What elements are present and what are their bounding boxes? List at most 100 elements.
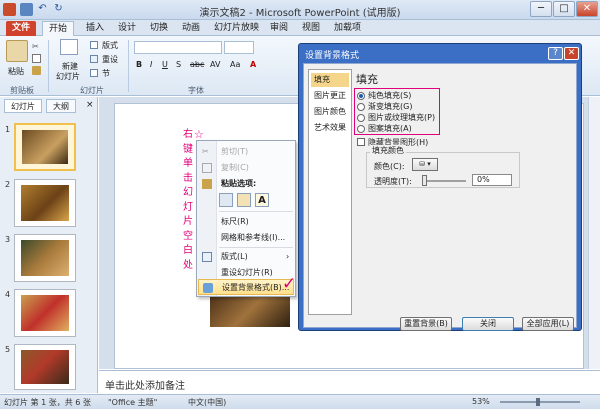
strikethrough-button[interactable]: abc [190,60,204,69]
category-picture-color[interactable]: 图片颜色 [311,105,349,119]
zoom-slider-track[interactable] [500,401,580,403]
menu-item-paste-options: 粘贴选项: [198,176,294,192]
menu-item-format-background[interactable]: 设置背景格式(B)... [198,279,294,295]
checkmark-icon: ✓ [282,274,297,294]
radio-solid-fill[interactable] [357,92,365,100]
tab-file[interactable]: 文件 [6,21,37,36]
option-solid-fill[interactable]: 纯色填充(S) [368,90,411,101]
transparency-slider-track[interactable] [422,180,466,182]
tab-design[interactable]: 设计 [112,21,142,36]
font-name-box[interactable] [134,41,222,54]
close-dialog-button[interactable]: 关闭 [462,317,514,331]
category-picture-corrections[interactable]: 图片更正 [311,89,349,103]
annotation-char: 幻 [183,187,193,198]
paste-keep-format-icon[interactable] [237,193,251,207]
new-slide-label-2[interactable]: 幻灯片 [56,71,80,82]
slide-thumbnail-2[interactable] [14,179,76,227]
menu-item-ruler[interactable]: 标尺(R) [198,214,294,230]
option-gradient-fill[interactable]: 渐变填充(G) [368,101,412,112]
transparency-slider-thumb[interactable] [422,175,427,186]
radio-pattern-fill[interactable] [357,125,365,133]
section-icon[interactable] [90,69,98,77]
color-picker-button[interactable]: ⛁ ▾ [412,158,438,171]
slides-pane: 幻灯片 大纲 × 1 2 3 4 5 [0,97,98,393]
layout-button[interactable]: 版式 [102,40,118,51]
paste-use-theme-icon[interactable] [219,193,233,207]
tab-transitions[interactable]: 切换 [144,21,174,36]
group-label-font: 字体 [188,86,204,95]
zoom-level[interactable]: 53% [472,397,490,406]
slide-number: 5 [5,345,11,354]
radio-picture-fill[interactable] [357,114,365,122]
notes-placeholder[interactable]: 单击此处添加备注 [105,377,185,392]
slide-thumbnail-3[interactable] [14,234,76,282]
notes-pane[interactable]: 单击此处添加备注 [99,370,600,394]
paste-label[interactable]: 粘贴 [8,66,24,77]
transparency-label: 透明度(T): [374,177,412,186]
annotation-char: 白 [183,245,193,256]
change-case-button[interactable]: Aa [230,60,240,69]
help-button[interactable]: ? [548,47,563,60]
ribbon-separator [128,40,129,92]
bold-button[interactable]: B [136,60,142,69]
tab-addins[interactable]: 加载项 [328,21,367,36]
minimize-button[interactable]: ─ [530,1,552,17]
zoom-slider-thumb[interactable] [536,398,540,406]
tab-review[interactable]: 审阅 [264,21,294,36]
paste-text-only-icon[interactable]: A [255,193,269,207]
tab-view[interactable]: 视图 [296,21,326,36]
title-bar: ↶ ↻ 演示文稿2 - Microsoft PowerPoint (试用版) ─… [0,0,600,20]
reset-background-button[interactable]: 重置背景(B) [400,317,452,331]
tab-outline[interactable]: 大纲 [46,99,76,113]
transparency-input[interactable]: 0% [472,174,512,186]
reset-button[interactable]: 重设 [102,54,118,65]
paste-icon[interactable] [6,40,28,62]
thumbnail-photo [21,240,69,276]
layout-icon[interactable] [90,41,98,49]
underline-button[interactable]: U [162,60,168,69]
menu-item-copy[interactable]: 复制(C) [198,160,294,176]
tab-home[interactable]: 开始 [42,21,75,36]
status-bar: 幻灯片 第 1 张，共 6 张 "Office 主题" 中文(中国) 53% [0,394,600,409]
annotation-char: 右 [183,129,193,140]
format-painter-icon[interactable] [32,66,41,75]
group-label-slides: 幻灯片 [80,86,104,95]
font-size-box[interactable] [224,41,254,54]
maximize-button[interactable]: □ [553,1,575,17]
copy-icon[interactable] [32,54,41,63]
menu-item-cut[interactable]: ✂ 剪切(T) [198,144,294,160]
reset-icon[interactable] [90,55,98,63]
font-color-button[interactable]: A [250,60,256,69]
slide-thumbnail-4[interactable] [14,289,76,337]
vertical-scrollbar[interactable] [588,97,600,369]
shadow-button[interactable]: S [176,60,181,69]
category-list: 填充 图片更正 图片颜色 艺术效果 [308,69,352,315]
annotation-char: 灯 [183,201,193,213]
slide-photo [210,294,290,327]
close-button[interactable]: ✕ [576,1,598,17]
hide-background-checkbox[interactable] [357,138,365,146]
cut-icon[interactable]: ✂ [32,42,42,51]
language-indicator[interactable]: 中文(中国) [188,397,226,408]
category-artistic-effects[interactable]: 艺术效果 [311,121,349,135]
slide-thumbnail-5[interactable] [14,344,76,390]
tab-insert[interactable]: 插入 [80,21,110,36]
new-slide-icon[interactable] [60,39,78,55]
tab-slideshow[interactable]: 幻灯片放映 [208,21,265,36]
option-picture-fill[interactable]: 图片或纹理填充(P) [368,112,435,123]
slide-number: 2 [5,180,11,189]
dialog-close-button[interactable]: ✕ [564,47,579,60]
italic-button[interactable]: I [150,60,152,69]
category-fill[interactable]: 填充 [311,73,349,87]
slide-thumbnail-1[interactable] [14,123,76,171]
radio-gradient-fill[interactable] [357,103,365,111]
option-pattern-fill[interactable]: 图案填充(A) [368,123,412,134]
menu-item-grid-guides[interactable]: 网格和参考线(I)... [198,230,294,246]
spacing-button[interactable]: AV [210,60,220,69]
pane-close-icon[interactable]: × [86,100,94,110]
tab-slides[interactable]: 幻灯片 [4,99,42,113]
tab-animations[interactable]: 动画 [176,21,206,36]
apply-all-button[interactable]: 全部应用(L) [522,317,574,331]
menu-item-layout[interactable]: 版式(L) › [198,249,294,265]
section-button[interactable]: 节 [102,68,110,79]
